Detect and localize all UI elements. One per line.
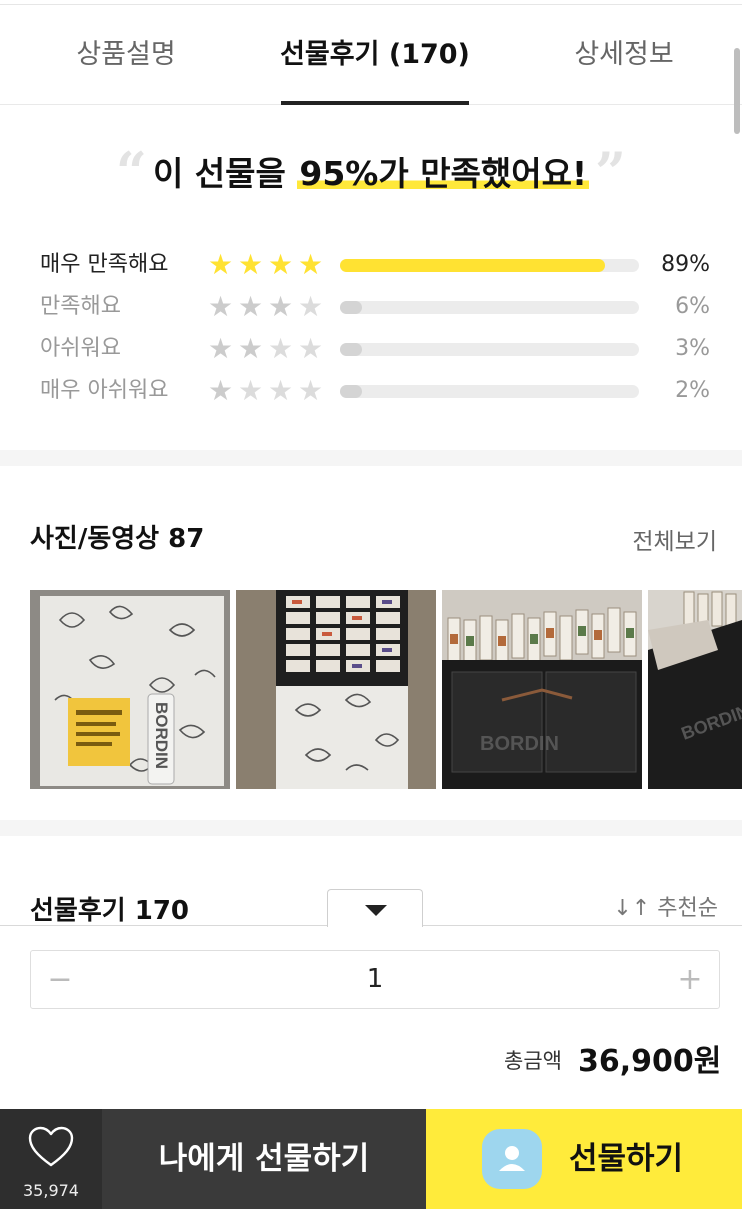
rating-row: 아쉬워요 ★ ★ ★ ★ 3% [40, 332, 710, 366]
bordin-logo-text: BORDIN [480, 733, 559, 755]
review-photo-2[interactable] [236, 590, 436, 789]
scrollbar[interactable] [734, 48, 740, 134]
rating-bar-fill [340, 301, 362, 314]
chevron-down-icon [365, 905, 387, 916]
headline-highlight: 95%가 만족했어요! [297, 154, 590, 193]
rating-bar-track [340, 301, 639, 314]
increase-quantity-button[interactable]: + [675, 951, 705, 1008]
rating-stars: ★ ★ ★ ★ [208, 335, 328, 363]
wish-count: 35,974 [23, 1181, 79, 1200]
rating-bar-track [340, 385, 639, 398]
review-photo-3[interactable]: BORDIN [442, 590, 642, 789]
active-tab-indicator [281, 101, 469, 105]
star-icon: ★ [238, 374, 264, 407]
star-icon: ★ [298, 248, 324, 281]
star-icon: ★ [298, 374, 324, 407]
photos-title: 사진/동영상 87 [30, 524, 205, 554]
rating-row: 매우 만족해요 ★ ★ ★ ★ 89% [40, 248, 710, 282]
rating-percent: 3% [675, 336, 710, 361]
rating-stars: ★ ★ ★ ★ [208, 293, 328, 321]
satisfaction-headline: “이 선물을 95%가 만족했어요!” [0, 140, 742, 204]
gift-button-label: 선물하기 [569, 1141, 684, 1177]
rating-bar-fill [340, 385, 362, 398]
tab-details[interactable]: 상세정보 [526, 5, 722, 105]
friend-avatar [482, 1129, 542, 1189]
total-amount: 36,900원 [578, 1044, 722, 1079]
star-icon: ★ [208, 374, 234, 407]
star-icon: ★ [298, 290, 324, 323]
tab-bar: 상품설명 선물후기 (170) 상세정보 [0, 5, 742, 105]
rating-row: 만족해요 ★ ★ ★ ★ 6% [40, 290, 710, 324]
star-icon: ★ [268, 374, 294, 407]
close-quote-icon: ” [595, 140, 627, 204]
review-photo-4[interactable]: BORDIN [648, 590, 742, 789]
rating-percent: 2% [675, 378, 710, 403]
tab-gift-reviews[interactable]: 선물후기 (170) [272, 5, 478, 105]
heart-icon [28, 1126, 74, 1167]
reviews-title: 선물후기 170 [30, 896, 190, 926]
star-icon: ★ [268, 290, 294, 323]
rating-stars: ★ ★ ★ ★ [208, 377, 328, 405]
rating-label: 만족해요 [40, 294, 121, 319]
gift-to-self-button[interactable]: 나에게 선물하기 [102, 1109, 426, 1209]
decrease-quantity-button[interactable]: − [45, 951, 75, 1008]
headline-prefix: 이 선물을 [152, 154, 298, 193]
rating-bar-track [340, 343, 639, 356]
rating-percent: 89% [661, 252, 710, 277]
star-icon: ★ [208, 248, 234, 281]
section-divider [0, 450, 742, 466]
star-icon: ★ [268, 248, 294, 281]
total-label: 총금액 [504, 1049, 562, 1073]
rating-bar-fill [340, 259, 605, 272]
quantity-stepper: 1 − + [30, 950, 720, 1009]
rating-label: 매우 아쉬워요 [40, 378, 169, 403]
rating-bar-track [340, 259, 639, 272]
sort-dropdown[interactable]: ↓↑ 추천순 [613, 890, 718, 922]
star-icon: ★ [208, 332, 234, 365]
quantity-value: 1 [366, 964, 384, 994]
star-icon: ★ [268, 332, 294, 365]
bordin-logo-text: BORDIN [152, 702, 171, 769]
open-quote-icon: “ [115, 140, 147, 204]
rating-label: 아쉬워요 [40, 336, 121, 361]
person-icon [499, 1146, 525, 1171]
review-photo-1[interactable]: BORDIN [30, 590, 230, 789]
view-all-link[interactable]: 전체보기 [632, 522, 717, 556]
sheet-collapse-handle[interactable] [327, 889, 423, 927]
star-icon: ★ [238, 290, 264, 323]
bottom-action-bar: 35,974 나에게 선물하기 선물하기 [0, 1109, 742, 1209]
tab-product-description[interactable]: 상품설명 [28, 5, 224, 105]
rating-label: 매우 만족해요 [40, 252, 169, 277]
star-icon: ★ [208, 290, 234, 323]
section-divider [0, 820, 742, 836]
rating-stars: ★ ★ ★ ★ [208, 251, 328, 279]
rating-percent: 6% [675, 294, 710, 319]
star-icon: ★ [298, 332, 324, 365]
rating-row: 매우 아쉬워요 ★ ★ ★ ★ 2% [40, 374, 710, 408]
star-icon: ★ [238, 248, 264, 281]
star-icon: ★ [238, 332, 264, 365]
wish-button[interactable]: 35,974 [0, 1109, 102, 1209]
rating-bar-fill [340, 343, 362, 356]
gift-button[interactable]: 선물하기 [426, 1109, 742, 1209]
